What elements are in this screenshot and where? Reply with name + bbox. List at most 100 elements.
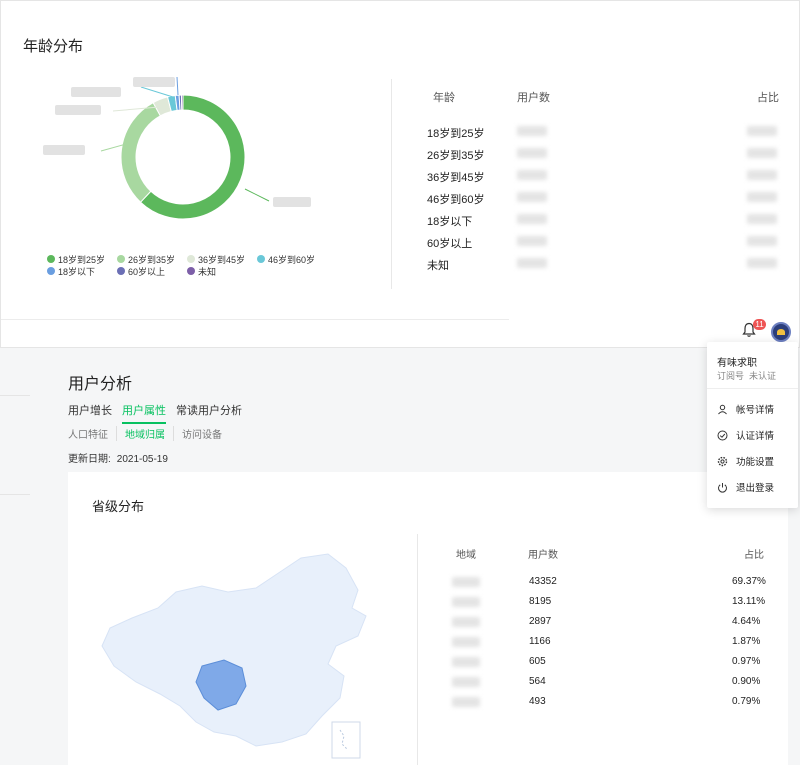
province-ratio: 69.37% — [732, 576, 766, 587]
legend-item[interactable]: 60岁以上 — [117, 265, 187, 278]
province-user-count: 605 — [529, 656, 546, 667]
menu-item-account-details[interactable]: 帐号详情 — [717, 402, 774, 416]
age-row-label: 未知 — [427, 260, 449, 272]
left-sidebar-edge — [0, 395, 30, 495]
menu-item-logout[interactable]: 退出登录 — [717, 480, 774, 494]
page-title: 用户分析 — [68, 376, 133, 393]
legend-label: 18岁以下 — [58, 266, 96, 277]
blurred-ratio — [747, 236, 777, 246]
age-section-title: 年龄分布 — [23, 38, 84, 55]
update-date-value: 2021-05-19 — [116, 454, 168, 465]
south-china-sea-inset — [331, 721, 361, 759]
legend-dot — [187, 267, 195, 275]
legend-dot — [257, 255, 265, 263]
age-header-users: 用户数 — [517, 92, 550, 104]
blurred-region-name — [452, 617, 480, 627]
legend-dot — [47, 267, 55, 275]
blurred-ratio — [747, 148, 777, 158]
province-user-count: 43352 — [529, 576, 557, 587]
blurred-region-name — [452, 677, 480, 687]
province-card: 省级分布 地域 用户数 占比 43352 69.37% 8195 13.11% 2897… — [68, 472, 788, 765]
age-donut-chart — [43, 76, 311, 220]
blurred-label-3 — [71, 87, 121, 97]
china-map — [101, 553, 367, 759]
legend-dot — [117, 267, 125, 275]
update-date: 更新日期: 2021-05-19 — [68, 450, 168, 465]
blurred-region-name — [452, 637, 480, 647]
menu-item-settings[interactable]: 功能设置 — [717, 454, 774, 468]
user-icon — [718, 404, 727, 414]
menu-item-label: 帐号详情 — [736, 405, 775, 416]
blurred-label-4 — [133, 77, 175, 87]
subtab-devices[interactable]: 访问设备 — [173, 426, 230, 441]
blurred-label-0 — [273, 197, 311, 207]
province-ratio: 1.87% — [732, 636, 761, 647]
province-header-region: 地域 — [456, 550, 476, 561]
account-meta: 订阅号 未认证 — [717, 369, 776, 382]
account-menu: 有味求职 订阅号 未认证 帐号详情 认证详情 功能设置 退出登录 — [707, 342, 798, 508]
update-date-label: 更新日期: — [68, 454, 111, 465]
blurred-ratio — [747, 126, 777, 136]
tab-user-growth[interactable]: 用户增长 — [68, 402, 112, 424]
blurred-user-count — [517, 148, 547, 158]
age-row-label: 36岁到45岁 — [427, 172, 485, 184]
province-section-title: 省级分布 — [92, 499, 145, 514]
province-header-ratio: 占比 — [744, 550, 764, 561]
notification-badge: 11 — [753, 319, 766, 330]
section-divider — [1, 319, 509, 320]
legend-label: 未知 — [198, 266, 217, 277]
age-row-label: 46岁到60岁 — [427, 194, 485, 206]
blurred-ratio — [747, 258, 777, 268]
leader-line-0 — [244, 188, 270, 202]
tab-frequent-readers[interactable]: 常读用户分析 — [176, 402, 242, 424]
donut-slice-6 — [180, 94, 184, 111]
province-ratio: 0.97% — [732, 656, 761, 667]
menu-item-verification[interactable]: 认证详情 — [717, 428, 774, 442]
legend-label: 60岁以上 — [128, 266, 166, 277]
blurred-region-name — [452, 597, 480, 607]
china-outline — [101, 553, 367, 747]
account-type: 订阅号 — [717, 371, 745, 381]
subtab-demographics[interactable]: 人口特征 — [68, 426, 116, 441]
leader-line-3 — [140, 86, 174, 98]
legend-item[interactable]: 未知 — [187, 265, 257, 278]
power-icon — [718, 482, 727, 492]
blurred-ratio — [747, 214, 777, 224]
legend-dot — [187, 255, 195, 263]
blurred-ratio — [747, 170, 777, 180]
province-ratio: 13.11% — [732, 596, 766, 607]
sub-tabs: 人口特征 地域归属 访问设备 — [68, 426, 230, 441]
blurred-region-name — [452, 657, 480, 667]
province-user-count: 564 — [529, 676, 546, 687]
leader-line-4 — [176, 76, 179, 96]
menu-item-label: 认证详情 — [736, 431, 775, 442]
blurred-user-count — [517, 170, 547, 180]
account-status: 未认证 — [749, 371, 777, 381]
province-ratio: 0.90% — [732, 676, 761, 687]
check-circle-icon — [717, 430, 728, 440]
province-ratio: 4.64% — [732, 616, 761, 627]
age-row-label: 18岁以下 — [427, 216, 473, 228]
legend-item[interactable]: 46岁到60岁 — [257, 253, 327, 266]
blurred-user-count — [517, 214, 547, 224]
province-ratio: 0.79% — [732, 696, 761, 707]
blurred-region-name — [452, 577, 480, 587]
legend-item[interactable]: 18岁以下 — [47, 265, 117, 278]
account-name: 有味求职 — [717, 358, 757, 369]
blurred-user-count — [517, 236, 547, 246]
tab-user-attributes[interactable]: 用户属性 — [122, 402, 166, 424]
province-divider — [417, 534, 418, 765]
age-row-label: 60岁以上 — [427, 238, 473, 250]
province-user-count: 8195 — [529, 596, 552, 607]
blurred-ratio — [747, 192, 777, 202]
avatar[interactable] — [771, 322, 791, 342]
donut-slice-1 — [120, 101, 162, 203]
age-header-ratio: 占比 — [757, 92, 779, 104]
province-user-count: 1166 — [529, 636, 551, 647]
subtab-region[interactable]: 地域归属 — [116, 426, 173, 441]
menu-item-label: 退出登录 — [736, 483, 775, 494]
legend-label: 46岁到60岁 — [268, 254, 316, 265]
menu-divider — [707, 388, 798, 389]
province-user-count: 2897 — [529, 616, 552, 627]
blurred-user-count — [517, 192, 547, 202]
